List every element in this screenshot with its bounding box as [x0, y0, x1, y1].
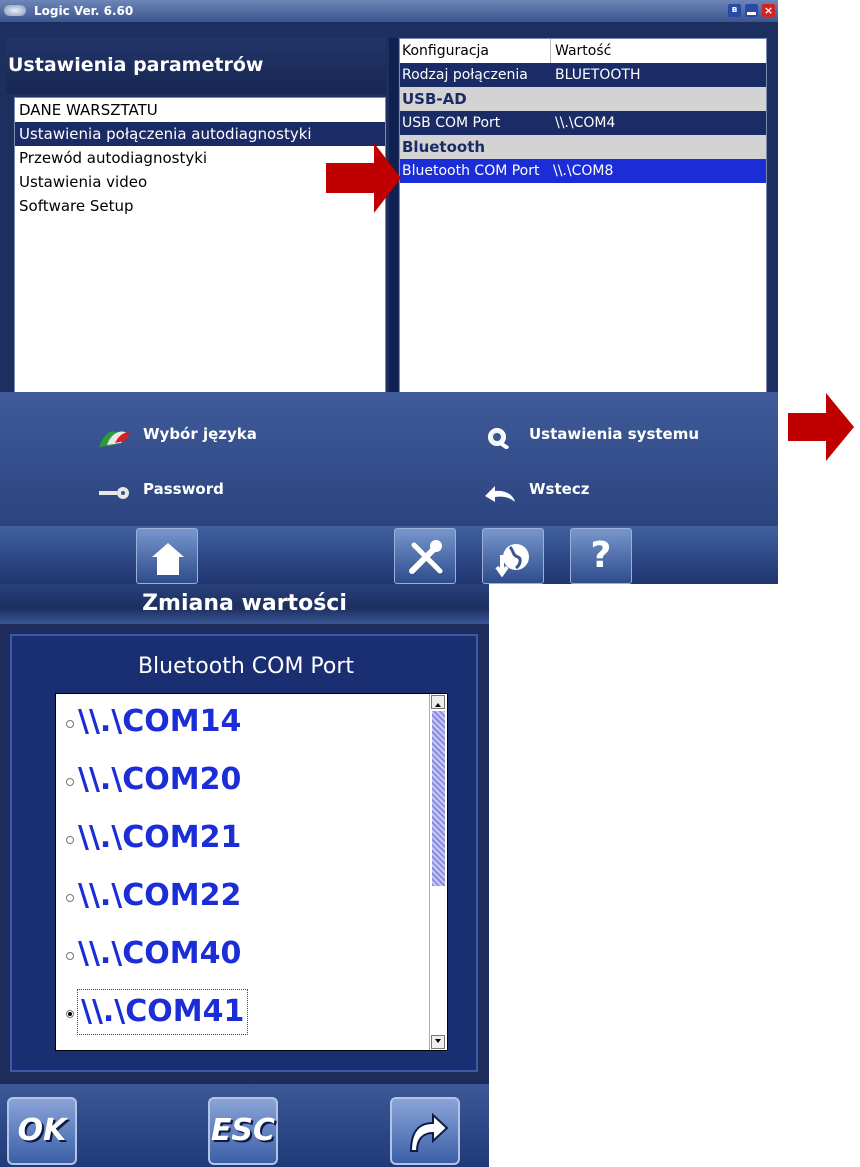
language-label: Wybór języka — [143, 425, 257, 443]
table-row-usb-com-port[interactable]: USB COM Port \\.\COM4 — [400, 111, 766, 135]
group-usb-ad: USB-AD — [400, 87, 766, 111]
row-value: \\.\COM8 — [553, 163, 614, 179]
option-label: \\.\COM41 — [76, 989, 249, 1035]
header-configuration: Konfiguracja — [402, 43, 490, 59]
dialog-title: Zmiana wartości — [0, 584, 489, 624]
row-key: Rodzaj połączenia — [402, 67, 528, 83]
system-settings-label: Ustawienia systemu — [529, 425, 700, 443]
com-port-listbox[interactable]: \\.\COM14 \\.\COM20 \\.\COM21 \\.\COM22 … — [55, 693, 448, 1051]
bluetooth-icon[interactable]: ʙ — [728, 4, 741, 17]
ok-button[interactable]: OK — [7, 1097, 77, 1165]
radio-button[interactable] — [66, 836, 74, 844]
radio-button[interactable] — [66, 720, 74, 728]
scroll-thumb[interactable] — [432, 711, 445, 886]
group-bluetooth: Bluetooth — [400, 135, 766, 159]
change-value-dialog: Bluetooth COM Port \\.\COM14 \\.\COM20 \… — [0, 624, 489, 1167]
home-button[interactable] — [136, 528, 198, 584]
settings-menu: Wybór języka Ustawienia systemu Password… — [0, 392, 778, 526]
bottom-toolbar: ? — [0, 526, 778, 584]
radio-button[interactable] — [66, 952, 74, 960]
row-key: USB COM Port — [402, 115, 501, 131]
help-button[interactable]: ? — [570, 528, 632, 584]
header-divider — [550, 39, 551, 63]
app-logo-icon — [4, 5, 26, 16]
update-button[interactable] — [482, 528, 544, 584]
settings-category-list: DANE WARSZTATU Ustawienia połączenia aut… — [14, 97, 386, 393]
esc-button[interactable]: ESC — [208, 1097, 278, 1165]
option-label: \\.\COM22 — [78, 878, 242, 913]
row-value: BLUETOOTH — [555, 67, 641, 83]
tools-icon — [409, 540, 443, 574]
password-label: Password — [143, 480, 224, 498]
option-label: \\.\COM20 — [78, 762, 242, 797]
table-header: Konfiguracja Wartość — [400, 39, 766, 63]
flag-icon — [97, 424, 131, 447]
category-item-workshop-data[interactable]: DANE WARSZTATU — [15, 98, 385, 122]
table-row-connection-type[interactable]: Rodzaj połączenia BLUETOOTH — [400, 63, 766, 87]
panel-title: Ustawienia parametrów — [6, 38, 386, 94]
category-item-software-setup[interactable]: Software Setup — [15, 194, 385, 218]
dialog-button-bar: OK ESC — [0, 1084, 489, 1167]
listbox-scrollbar[interactable] — [429, 694, 447, 1050]
minimize-button[interactable] — [745, 4, 758, 17]
magnifier-settings-icon — [483, 424, 517, 451]
option-label: \\.\COM21 — [78, 820, 242, 855]
row-value: \\.\COM4 — [555, 115, 616, 131]
back-arrow-icon — [483, 479, 517, 502]
panel-splitter[interactable] — [389, 38, 398, 392]
category-item-connection-settings[interactable]: Ustawienia połączenia autodiagnostyki — [15, 122, 385, 146]
back-label: Wstecz — [529, 480, 590, 498]
key-icon — [97, 479, 131, 501]
scroll-down-icon[interactable] — [431, 1035, 445, 1049]
tools-button[interactable] — [394, 528, 456, 584]
help-icon: ? — [590, 535, 612, 576]
close-button[interactable]: × — [762, 4, 775, 17]
globe-download-icon — [495, 544, 529, 577]
group-label: Bluetooth — [402, 138, 486, 156]
dialog-body: Bluetooth COM Port \\.\COM14 \\.\COM20 \… — [10, 634, 478, 1072]
panel-title-text: Ustawienia parametrów — [8, 54, 264, 76]
redo-button[interactable] — [390, 1097, 460, 1165]
radio-button[interactable] — [66, 778, 74, 786]
logic-main-window: Logic Ver. 6.60 ʙ × Ustawienia parametró… — [0, 0, 778, 584]
field-label: Bluetooth COM Port — [137, 654, 355, 679]
window-title: Logic Ver. 6.60 — [34, 4, 134, 18]
header-value: Wartość — [555, 43, 612, 59]
radio-button-selected[interactable] — [66, 1010, 74, 1018]
scroll-up-icon[interactable] — [431, 695, 445, 709]
option-label: \\.\COM40 — [78, 936, 242, 971]
config-table: Konfiguracja Wartość Rodzaj połączenia B… — [399, 38, 767, 394]
radio-button[interactable] — [66, 894, 74, 902]
home-icon — [152, 543, 184, 575]
table-row-bluetooth-com-port[interactable]: Bluetooth COM Port \\.\COM8 — [400, 159, 766, 183]
redo-arrow-icon — [409, 1112, 449, 1152]
group-label: USB-AD — [402, 90, 467, 108]
row-key: Bluetooth COM Port — [402, 163, 540, 179]
option-label: \\.\COM14 — [78, 704, 242, 739]
title-bar: Logic Ver. 6.60 ʙ × — [0, 0, 778, 22]
